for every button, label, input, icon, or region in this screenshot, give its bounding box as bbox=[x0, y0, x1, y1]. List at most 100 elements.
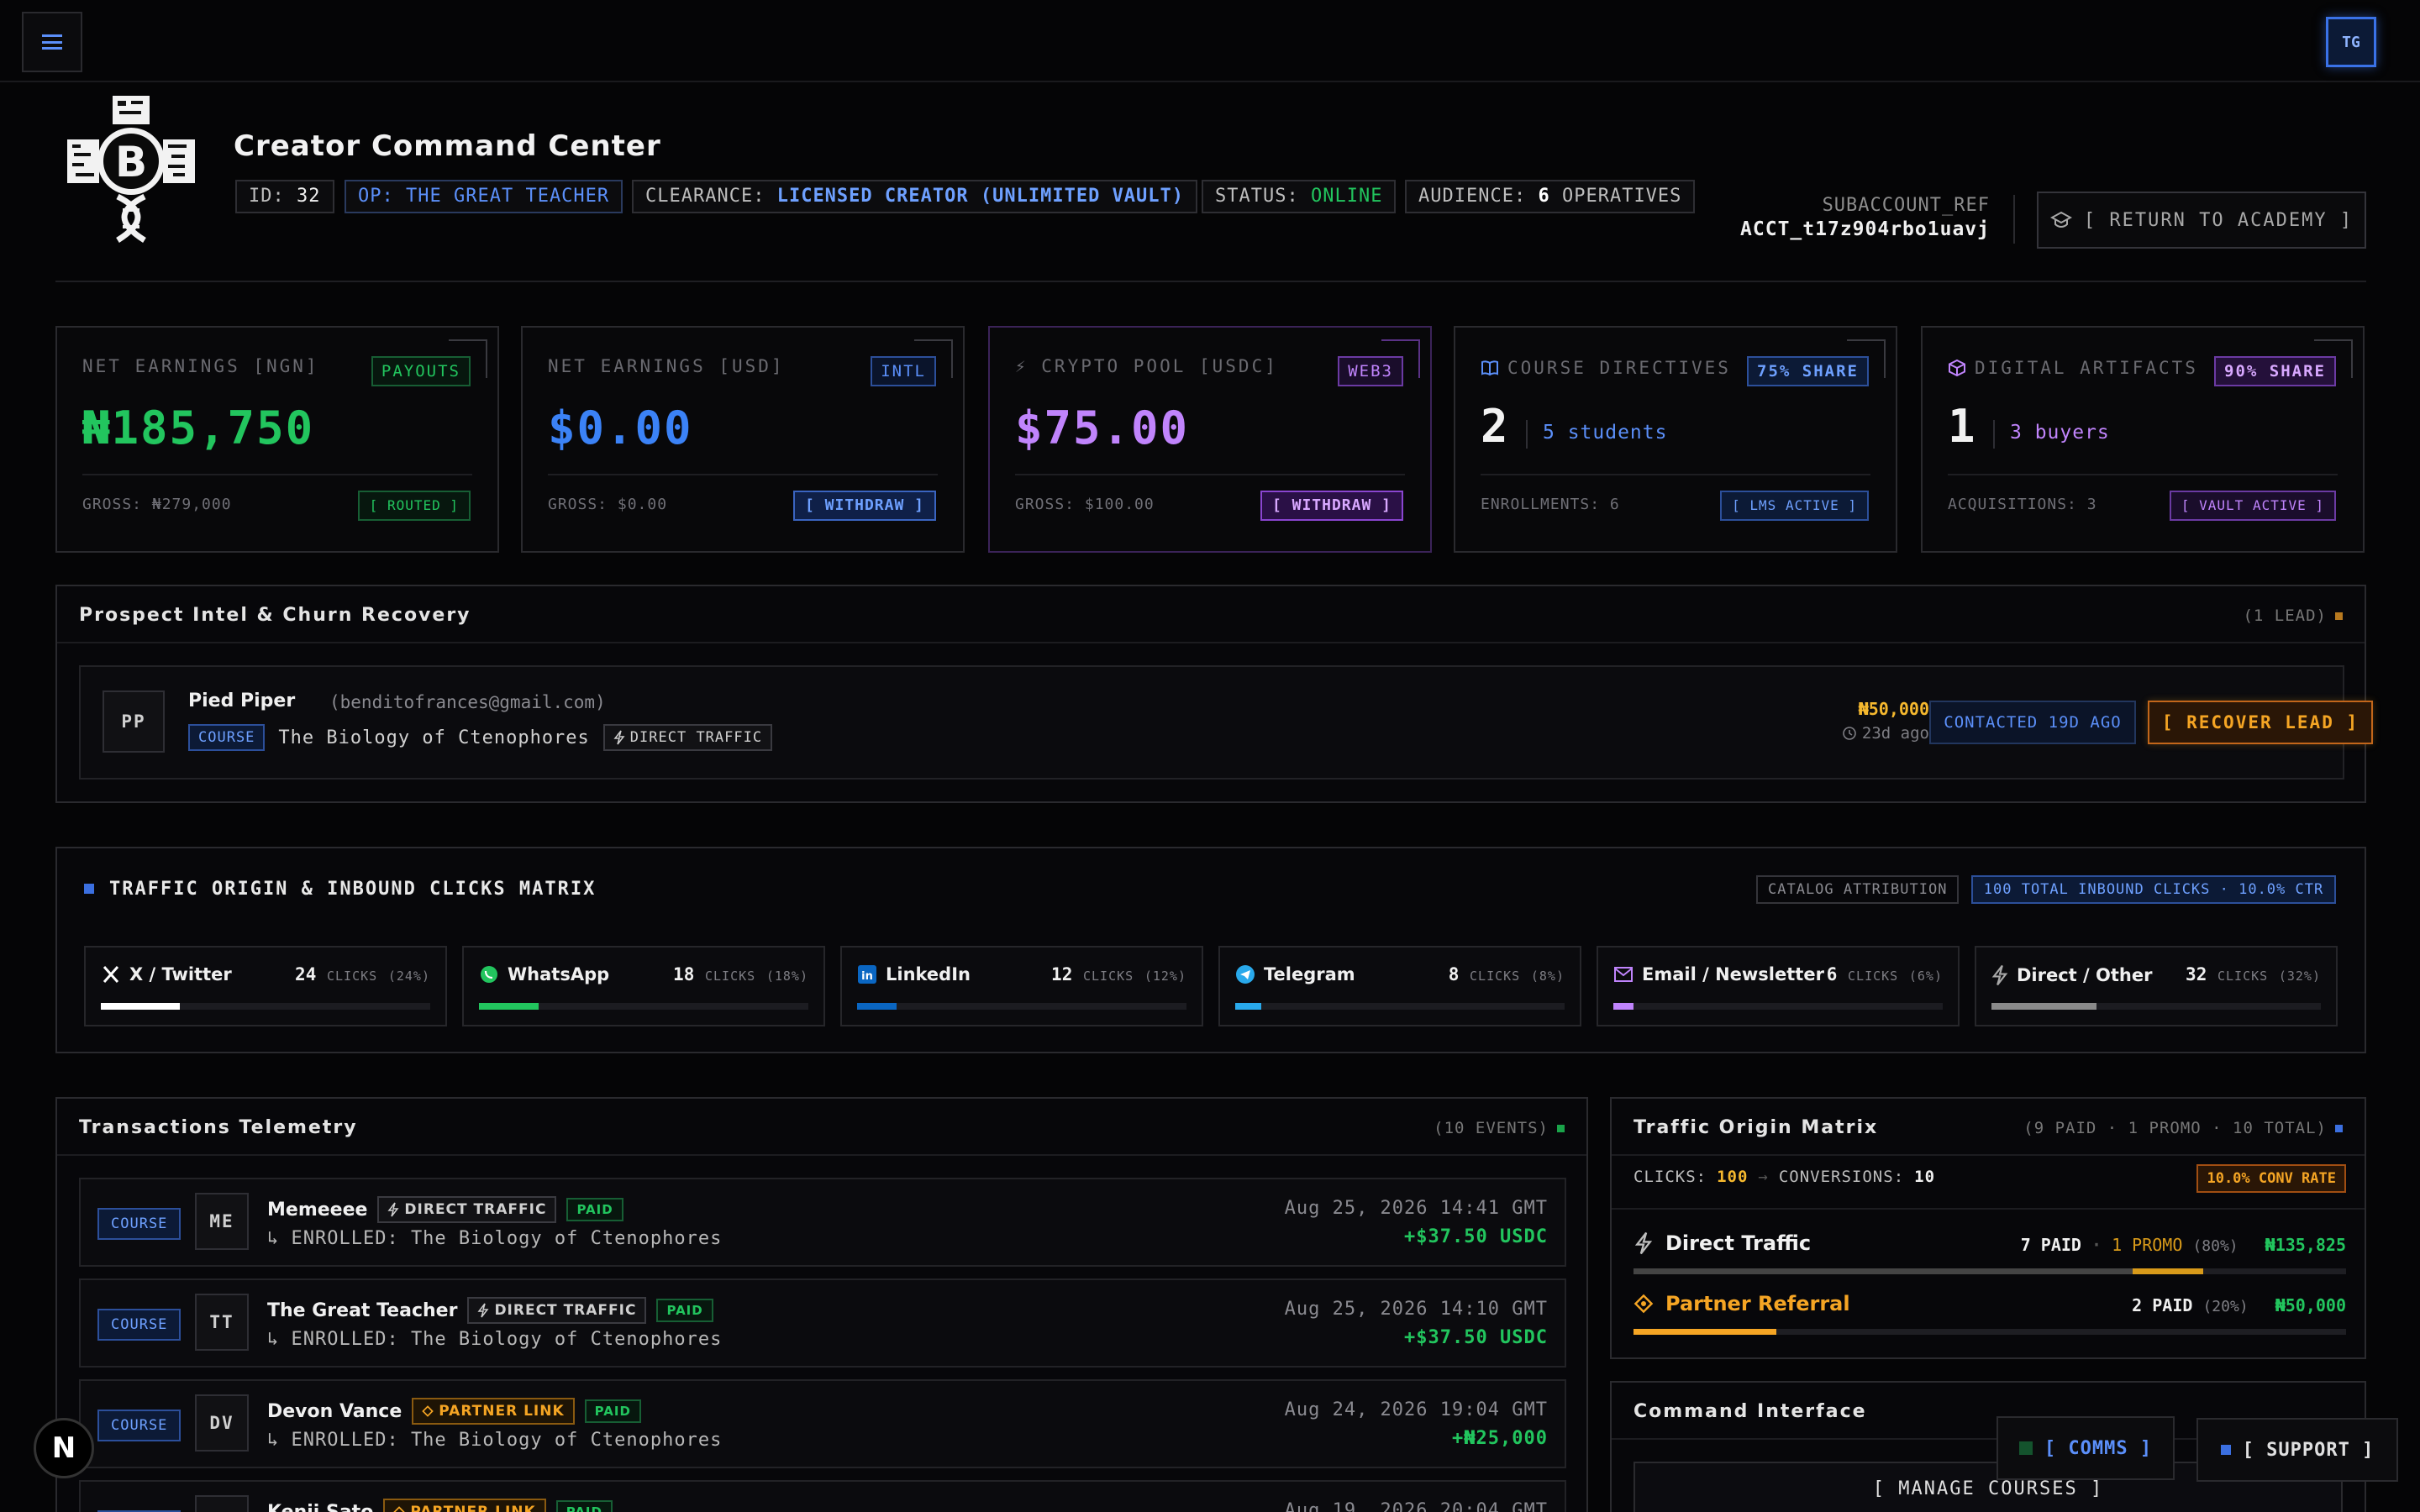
graduation-cap-icon bbox=[2049, 211, 2072, 228]
routed-button[interactable]: [ ROUTED ] bbox=[357, 491, 471, 521]
card-digital-artifacts: DIGITAL ARTIFACTS 90% SHARE 1 3 buyers A… bbox=[1921, 326, 2365, 553]
recover-lead-button[interactable]: [ RECOVER LEAD ] bbox=[2148, 701, 2373, 744]
lms-active-button[interactable]: [ LMS ACTIVE ] bbox=[1720, 491, 1869, 521]
transaction-date: Aug 25, 2026 14:41 GMT bbox=[1284, 1198, 1548, 1219]
transaction-type-tag: COURSE bbox=[97, 1410, 182, 1441]
artifact-count: 1 bbox=[1948, 400, 1975, 453]
traffic-title: TRAFFIC ORIGIN & INBOUND CLICKS MATRIX bbox=[109, 879, 597, 900]
traffic-matrix-panel: TRAFFIC ORIGIN & INBOUND CLICKS MATRIX C… bbox=[55, 847, 2366, 1053]
traffic-source-bar bbox=[1991, 1003, 2321, 1010]
prospect-panel: Prospect Intel & Churn Recovery (1 LEAD)… bbox=[55, 585, 2373, 803]
return-to-academy-button[interactable]: [ RETURN TO ACADEMY ] bbox=[2037, 192, 2366, 249]
traffic-source-bar bbox=[857, 1003, 1186, 1010]
comms-button[interactable]: [ COMMS ] bbox=[1996, 1416, 2175, 1480]
traffic-source-name: Email / Newsletter bbox=[1613, 964, 1824, 984]
transaction-row[interactable]: COURSE ME Memeeee DIRECT TRAFFIC PAID ↳ ENROL… bbox=[79, 1178, 1566, 1267]
transactions-panel: Transactions Telemetry (10 EVENTS) COURS… bbox=[55, 1097, 1588, 1512]
course-count: 2 bbox=[1481, 400, 1508, 453]
card-course-directives: COURSE DIRECTIVES 75% SHARE 2 5 students… bbox=[1454, 326, 1897, 553]
traffic-source-card[interactable]: Email / Newsletter 6 CLICKS (6%) bbox=[1597, 946, 1960, 1026]
transaction-avatar: ME bbox=[195, 1193, 249, 1250]
traffic-source-bar bbox=[1235, 1003, 1565, 1010]
traffic-source-card[interactable]: in LinkedIn 12 CLICKS (12%) bbox=[840, 946, 1203, 1026]
package-icon bbox=[1949, 359, 1965, 377]
lead-name: Pied Piper bbox=[188, 690, 296, 711]
header-divider bbox=[2013, 195, 2015, 244]
transaction-avatar: TT bbox=[195, 1294, 249, 1351]
clearance-chip: CLEARANCE: LICENSED CREATOR (UNLIMITED V… bbox=[632, 180, 1198, 213]
card-net-earnings-ngn: NET EARNINGS [NGN] PAYOUTS ₦185,750 GROS… bbox=[55, 326, 499, 553]
withdraw-crypto-button[interactable]: [ WITHDRAW ] bbox=[1260, 491, 1403, 521]
next-badge[interactable]: N bbox=[34, 1418, 94, 1478]
transaction-name: Kenji Sato bbox=[267, 1501, 374, 1512]
origin-direct-bar bbox=[1634, 1268, 2346, 1274]
transaction-source-tag: PARTNER LINK bbox=[412, 1398, 575, 1425]
transaction-row[interactable]: COURSEKSKenji SatoPARTNER LINKPAIDAug 19… bbox=[79, 1480, 1566, 1512]
artifact-buyers: 3 buyers bbox=[2010, 422, 2110, 444]
origin-row-partner[interactable]: Partner Referral bbox=[1634, 1292, 1850, 1315]
withdraw-usd-button[interactable]: [ WITHDRAW ] bbox=[792, 491, 936, 521]
telegram-icon bbox=[1235, 964, 1255, 984]
audience-chip: AUDIENCE: 6 OPERATIVES bbox=[1405, 180, 1696, 213]
transaction-name: The Great Teacher bbox=[267, 1299, 458, 1321]
crypto-value: $75.00 bbox=[1015, 402, 1190, 454]
traffic-source-card[interactable]: Direct / Other 32 CLICKS (32%) bbox=[1975, 946, 2338, 1026]
traffic-source-card[interactable]: WhatsApp 18 CLICKS (18%) bbox=[462, 946, 825, 1026]
intl-badge: INTL bbox=[871, 356, 936, 386]
origin-matrix-panel: Traffic Origin Matrix (9 PAID · 1 PROMO … bbox=[1610, 1097, 2366, 1359]
header-rule bbox=[55, 281, 2366, 282]
prospect-title: Prospect Intel & Churn Recovery bbox=[79, 605, 471, 626]
menu-button[interactable] bbox=[22, 12, 82, 72]
traffic-source-name: in LinkedIn bbox=[857, 964, 971, 984]
transaction-source-tag: DIRECT TRAFFIC bbox=[377, 1196, 557, 1223]
course-students: 5 students bbox=[1543, 422, 1668, 444]
lead-row[interactable]: PP Pied Piper (benditofrances@gmail.com)… bbox=[79, 665, 2373, 780]
vault-active-button[interactable]: [ VAULT ACTIVE ] bbox=[2169, 491, 2336, 521]
traffic-source-clicks: 24 CLICKS (24%) bbox=[295, 964, 430, 984]
transaction-source-tag: DIRECT TRAFFIC bbox=[467, 1297, 647, 1324]
transaction-status-badge: PAID bbox=[656, 1299, 713, 1322]
events-count: (10 EVENTS) bbox=[1434, 1119, 1565, 1137]
transaction-type-tag: COURSE bbox=[97, 1309, 182, 1341]
transaction-amount: +₦25,000 bbox=[1452, 1428, 1548, 1449]
course-share-badge: 75% SHARE bbox=[1747, 356, 1869, 386]
transaction-detail: ↳ ENROLLED: The Biology of Ctenophores bbox=[267, 1430, 723, 1451]
origin-row-direct[interactable]: Direct Traffic bbox=[1634, 1231, 1811, 1255]
transaction-avatar: DV bbox=[195, 1394, 249, 1452]
lead-email: (benditofrances@gmail.com) bbox=[329, 692, 606, 712]
traffic-source-clicks: 18 CLICKS (18%) bbox=[673, 964, 808, 984]
x-twitter-icon bbox=[101, 964, 121, 984]
user-avatar[interactable]: TG bbox=[2326, 17, 2376, 67]
bolt-icon bbox=[613, 730, 625, 745]
origin-count: (9 PAID · 1 PROMO · 10 TOTAL) bbox=[2023, 1119, 2343, 1137]
transaction-avatar: KS bbox=[195, 1495, 249, 1512]
contacted-status: CONTACTED 19D AGO bbox=[1929, 701, 2136, 744]
transaction-name: Devon Vance bbox=[267, 1400, 402, 1422]
transaction-status-badge: PAID bbox=[566, 1198, 623, 1221]
lead-course: The Biology of Ctenophores bbox=[278, 727, 590, 748]
bolt-icon bbox=[1634, 1231, 1653, 1255]
mail-icon bbox=[1613, 965, 1634, 984]
transaction-amount: +$37.50 USDC bbox=[1404, 1327, 1548, 1348]
transaction-date: Aug 19, 2026 20:04 GMT bbox=[1284, 1500, 1548, 1512]
page-title: Creator Command Center bbox=[234, 129, 661, 163]
transactions-title: Transactions Telemetry bbox=[79, 1117, 358, 1138]
transaction-row[interactable]: COURSE TT The Great Teacher DIRECT TRAFFIC P… bbox=[79, 1278, 1566, 1368]
tag-icon bbox=[393, 1506, 406, 1512]
traffic-source-card[interactable]: Telegram 8 CLICKS (8%) bbox=[1218, 946, 1581, 1026]
transaction-row[interactable]: COURSE DV Devon Vance PARTNER LINK PAID ↳ ENR… bbox=[79, 1379, 1566, 1468]
catalog-attribution-tag: CATALOG ATTRIBUTION bbox=[1756, 875, 1960, 904]
traffic-source-bar bbox=[1613, 1003, 1943, 1010]
tag-icon bbox=[422, 1405, 434, 1417]
traffic-source-bar bbox=[101, 1003, 430, 1010]
traffic-source-name: Direct / Other bbox=[1991, 964, 2152, 986]
book-open-icon bbox=[1481, 360, 1498, 376]
traffic-source-card[interactable]: X / Twitter 24 CLICKS (24%) bbox=[84, 946, 447, 1026]
id-chip: ID: 32 bbox=[235, 180, 334, 213]
traffic-source-clicks: 32 CLICKS (32%) bbox=[2186, 964, 2321, 984]
card-crypto-pool: ⚡ CRYPTO POOL [USDC] WEB3 $75.00 GROSS: … bbox=[988, 326, 1432, 553]
usd-value: $0.00 bbox=[548, 402, 693, 454]
support-button[interactable]: [ SUPPORT ] bbox=[2196, 1418, 2398, 1482]
traffic-source-clicks: 12 CLICKS (12%) bbox=[1051, 964, 1186, 984]
transaction-status-badge: PAID bbox=[584, 1399, 641, 1423]
